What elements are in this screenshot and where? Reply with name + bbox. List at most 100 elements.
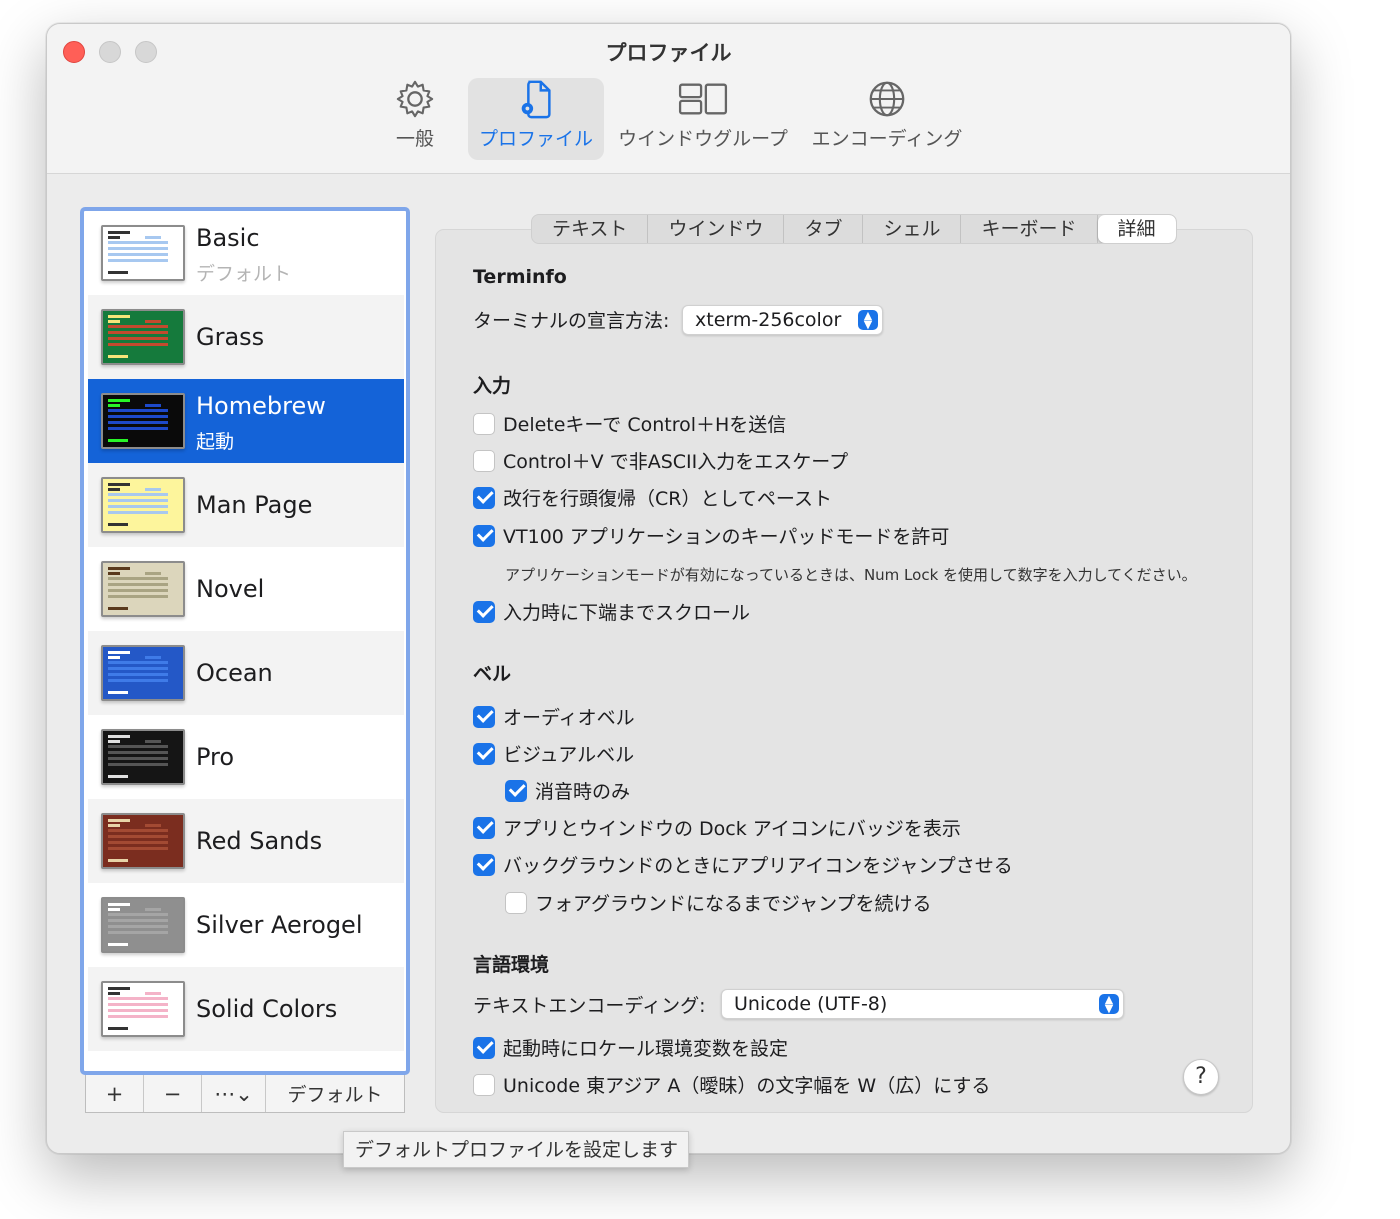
settings-tab[interactable]: テキスト [532, 215, 649, 243]
toolbar-tab-general[interactable]: 一般 [383, 78, 447, 160]
checkbox-label: 入力時に下端までスクロール [503, 602, 751, 624]
checkbox[interactable] [473, 742, 495, 765]
profile-subtitle: デフォルト [196, 263, 292, 285]
settings-tab[interactable]: キーボード [961, 215, 1098, 243]
profile-list-item[interactable]: Homebrew 起動 [88, 379, 404, 463]
settings-tab[interactable]: タブ [784, 215, 864, 243]
profile-list-item[interactable]: Novel [88, 547, 404, 631]
thumbnail-line [108, 271, 128, 274]
more-actions-button[interactable]: ⋯⌄ [202, 1075, 266, 1112]
thumbnail-line [108, 997, 168, 1000]
profile-list-item[interactable]: Silver Aerogel [88, 883, 404, 967]
checkbox[interactable] [505, 779, 527, 802]
checkbox[interactable] [473, 1036, 495, 1059]
profile-list-item[interactable]: Man Page [88, 463, 404, 547]
checkbox[interactable] [473, 449, 495, 472]
profile-list[interactable]: Basic デフォルト Grass Homebrew 起動 Man Page Novel Oc… [80, 207, 410, 1075]
checkbox-label: 起動時にロケール環境変数を設定 [503, 1038, 789, 1060]
checkbox-row[interactable]: 消音時のみ [505, 777, 630, 804]
popup-arrows-icon: ▲ ▼ [858, 310, 878, 330]
checkbox-row[interactable]: バックグラウンドのときにアプリアイコンをジャンプさせる [473, 851, 1013, 878]
profile-thumbnail [101, 813, 185, 869]
checkbox-row[interactable]: アプリとウインドウの Dock アイコンにバッジを表示 [473, 814, 961, 841]
profile-list-item[interactable]: Grass [88, 295, 404, 379]
checkbox[interactable] [505, 891, 527, 914]
thumbnail-line [145, 908, 161, 911]
set-default-button[interactable]: デフォルト [266, 1075, 404, 1112]
profile-list-item[interactable]: Solid Colors [88, 967, 404, 1051]
checkbox[interactable] [473, 412, 495, 435]
thumbnail-line [108, 679, 168, 682]
thumbnail-line [108, 231, 130, 234]
checkbox[interactable] [473, 853, 495, 876]
checkbox[interactable] [473, 486, 495, 509]
thumbnail-line [108, 651, 130, 654]
checkbox[interactable] [473, 600, 495, 623]
checkbox-row[interactable]: オーディオベル [473, 703, 635, 730]
checkbox-row[interactable]: ビジュアルベル [473, 740, 634, 767]
checkbox-row[interactable]: Deleteキーで Control＋Hを送信 [473, 410, 786, 437]
thumbnail-line [145, 320, 161, 323]
thumbnail-line [108, 337, 168, 340]
thumbnail-line [108, 415, 168, 418]
profile-subtitle: 起動 [196, 431, 235, 453]
thumbnail-line [145, 992, 161, 995]
checkbox-row[interactable]: 入力時に下端までスクロール [473, 598, 750, 625]
thumbnail-line [108, 595, 168, 598]
checkbox-row[interactable]: 改行を行頭復帰（CR）としてペースト [473, 484, 832, 511]
toolbar-tab-window-groups[interactable]: ウインドウグループ [615, 78, 791, 160]
remove-profile-button[interactable]: − [144, 1075, 202, 1112]
checkbox-label: 消音時のみ [535, 781, 631, 803]
checkbox-row[interactable]: Control＋V で非ASCII入力をエスケープ [473, 447, 848, 474]
input-heading: 入力 [473, 375, 512, 397]
profile-list-item[interactable]: Red Sands [88, 799, 404, 883]
toolbar-label: プロファイル [478, 128, 593, 150]
add-profile-button[interactable]: + [86, 1075, 144, 1112]
thumbnail-line [108, 847, 168, 850]
toolbar-label: 一般 [395, 128, 434, 150]
terminfo-popup[interactable]: xterm-256color ▲ ▼ [682, 305, 883, 335]
profile-thumbnail [101, 309, 185, 365]
thumbnail-line [108, 931, 168, 934]
thumbnail-line [108, 488, 120, 491]
checkbox[interactable] [473, 524, 495, 547]
profile-thumbnail [101, 393, 185, 449]
terminfo-row: ターミナルの宣言方法: [473, 306, 669, 333]
checkbox-row[interactable]: フォアグラウンドになるまでジャンプを続ける [505, 889, 932, 916]
thumbnail-line [108, 241, 168, 244]
toolbar-tab-profiles[interactable]: プロファイル [468, 78, 604, 160]
checkbox-label: VT100 アプリケーションのキーパッドモードを許可 [503, 526, 950, 548]
checkbox-row[interactable]: Unicode 東アジア A（曖昧）の文字幅を W（広）にする [473, 1071, 990, 1098]
checkbox[interactable] [473, 816, 495, 839]
checkbox[interactable] [473, 705, 495, 728]
profile-name: Silver Aerogel [196, 911, 363, 939]
thumbnail-line [108, 908, 120, 911]
profile-name: Grass [196, 323, 265, 351]
toolbar-tab-encodings[interactable]: エンコーディング [809, 78, 965, 160]
checkbox[interactable] [473, 1073, 495, 1096]
thumbnail-line [108, 1003, 168, 1006]
thumbnail-line [108, 589, 168, 592]
profile-list-item[interactable]: Pro [88, 715, 404, 799]
thumbnail-line [108, 259, 168, 262]
help-button[interactable]: ? [1183, 1059, 1219, 1095]
checkbox-row[interactable]: 起動時にロケール環境変数を設定 [473, 1034, 788, 1061]
profile-list-item[interactable]: Ocean [88, 631, 404, 715]
thumbnail-line [108, 667, 168, 670]
checkbox-row[interactable]: VT100 アプリケーションのキーパッドモードを許可 [473, 522, 949, 549]
encoding-popup[interactable]: Unicode (UTF-8) ▲ ▼ [721, 989, 1124, 1019]
profile-list-buttons: + − ⋯⌄ デフォルト [85, 1075, 405, 1113]
thumbnail-line [108, 913, 168, 916]
profile-name: Ocean [196, 659, 273, 687]
settings-tab[interactable]: シェル [863, 215, 962, 243]
profile-thumbnail [101, 561, 185, 617]
profile-list-item[interactable]: Basic デフォルト [88, 211, 404, 295]
thumbnail-line [108, 751, 168, 754]
thumbnail-line [108, 992, 120, 995]
settings-tab[interactable]: ウインドウ [648, 215, 785, 243]
settings-tab[interactable]: 詳細 [1097, 215, 1176, 243]
encoding-value: Unicode (UTF-8) [734, 993, 888, 1015]
thumbnail-line [108, 656, 120, 659]
terminfo-label: ターミナルの宣言方法: [473, 310, 670, 332]
thumbnail-line [108, 567, 130, 570]
